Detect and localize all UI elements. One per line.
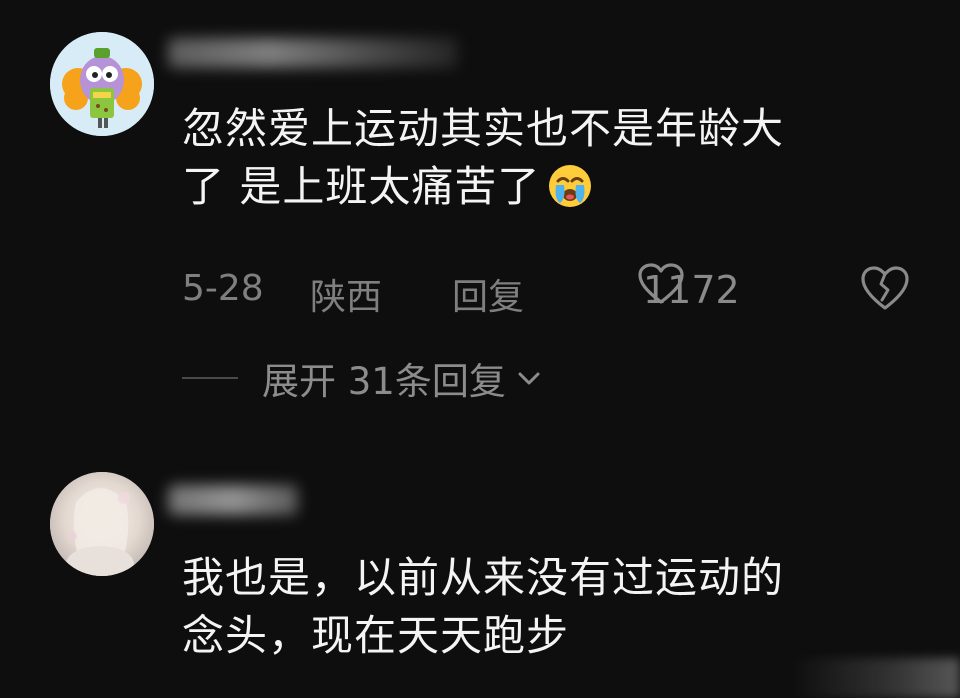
like-button[interactable]: 1172 <box>637 262 740 312</box>
crying-face-emoji-icon <box>546 161 594 209</box>
broken-heart-icon <box>861 266 909 310</box>
comment-text-line2: 念头，现在天天跑步 <box>182 611 570 660</box>
comment-item: 忽然爱上运动其实也不是年龄大 了 是上班太痛苦了 5-28 陕西 回复 1172 <box>0 0 960 440</box>
comment-date: 5-28 <box>182 268 264 309</box>
comment-meta: 5-28 陕西 回复 1172 <box>182 262 922 318</box>
portrait-avatar-icon <box>50 472 154 576</box>
comment-text: 我也是，以前从来没有过运动的 念头，现在天天跑步 <box>182 549 912 665</box>
expand-replies-button[interactable]: 展开 31条回复 <box>182 350 542 406</box>
avatar[interactable] <box>50 472 154 576</box>
watermark <box>790 658 960 698</box>
comment-location: 陕西 <box>310 277 383 318</box>
username-blurred[interactable] <box>168 38 458 68</box>
expand-replies-label: 展开 31条回复 <box>262 360 506 403</box>
cartoon-avatar-icon <box>50 32 154 136</box>
avatar[interactable] <box>50 32 154 136</box>
comment-text: 忽然爱上运动其实也不是年龄大 了 是上班太痛苦了 <box>182 100 912 216</box>
chevron-down-icon <box>518 372 540 385</box>
username-blurred[interactable] <box>168 485 298 515</box>
reply-button[interactable]: 回复 <box>452 268 524 320</box>
like-count: 1172 <box>643 268 740 312</box>
comment-text-line1: 我也是，以前从来没有过运动的 <box>182 553 785 602</box>
comment-text-line1: 忽然爱上运动其实也不是年龄大 <box>182 104 785 153</box>
divider <box>182 377 238 379</box>
comment-text-line2: 了 是上班太痛苦了 <box>182 162 541 211</box>
dislike-button[interactable] <box>860 264 910 321</box>
